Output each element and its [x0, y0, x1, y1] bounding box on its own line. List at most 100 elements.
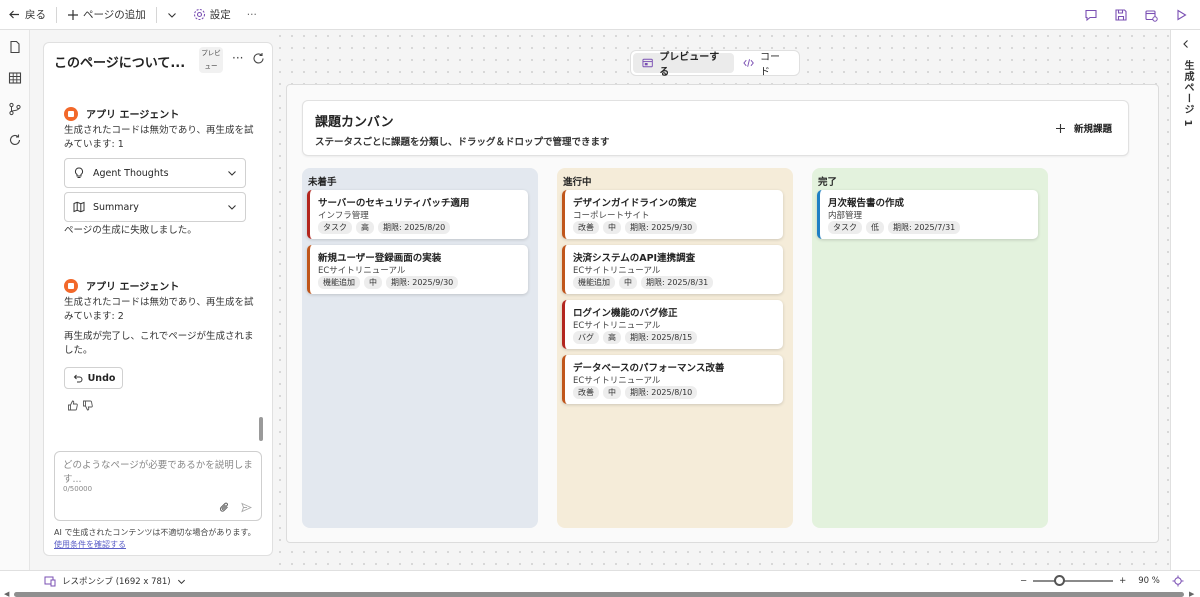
horizontal-scrollbar[interactable]: [14, 592, 1184, 597]
undo-icon: [73, 374, 83, 382]
terms-link[interactable]: 使用条件を確認する: [54, 540, 126, 549]
scroll-left-arrow[interactable]: ◀: [4, 590, 9, 597]
preview-icon: [642, 58, 653, 68]
kanban-title: 課題カンバン: [315, 115, 394, 130]
issue-card[interactable]: ログイン機能のバグ修正 ECサイトリニューアル バグ高期限: 2025/8/15: [562, 300, 783, 349]
add-page-label: ページの追加: [83, 9, 146, 21]
thumbs-down-icon[interactable]: [82, 400, 93, 411]
branch-icon[interactable]: [8, 102, 22, 116]
summary-dropdown[interactable]: Summary: [64, 192, 246, 222]
zoom-track: [1033, 580, 1114, 582]
priority-tag: 中: [619, 276, 637, 289]
priority-tag: 高: [356, 221, 374, 234]
card-project: インフラ管理: [318, 211, 369, 221]
publish-icon[interactable]: [1144, 8, 1158, 22]
agent-header: アプリ エージェント: [64, 106, 179, 121]
agent-name: アプリ エージェント: [86, 282, 180, 293]
more-icon: ···: [246, 8, 257, 21]
kanban-header: 課題カンバン ステータスごとに課題を分類し、ドラッグ＆ドロップで管理できます 新…: [302, 100, 1129, 156]
agent-message: 生成されたコードは無効であり、再生成を試みています: 1: [64, 125, 254, 150]
agent-message: 生成されたコードは無効であり、再生成を試みています: 2: [64, 297, 254, 322]
due-date-tag: 期限: 2025/9/30: [625, 221, 698, 234]
zoom-in-button[interactable]: +: [1119, 576, 1126, 586]
type-tag: 機能追加: [318, 276, 360, 289]
zoom-control: − + 90 %: [1020, 575, 1184, 587]
thumbs-up-icon[interactable]: [67, 400, 78, 411]
settings-button[interactable]: 設定: [185, 0, 239, 30]
zoom-thumb[interactable]: [1054, 575, 1066, 586]
failure-message: ページの生成に失敗しました。: [64, 225, 197, 236]
issue-card[interactable]: デザインガイドラインの策定 コーポレートサイト 改善中期限: 2025/9/30: [562, 190, 783, 239]
issue-card[interactable]: 新規ユーザー登録画面の実装 ECサイトリニューアル 機能追加中期限: 2025/9/…: [307, 245, 528, 294]
add-page-dropdown[interactable]: [159, 0, 185, 30]
card-tags: タスク高期限: 2025/8/20: [318, 221, 451, 234]
chevron-left-icon[interactable]: [1181, 39, 1191, 49]
play-icon[interactable]: [1174, 8, 1188, 22]
chat-scrollbar[interactable]: [259, 417, 263, 441]
zoom-slider[interactable]: [1033, 575, 1114, 587]
toolbar-divider: [155, 6, 157, 23]
card-title: 決済システムのAPI連携調査: [573, 253, 696, 264]
sync-icon[interactable]: [8, 133, 22, 147]
toolbar-actions: [1084, 0, 1188, 30]
priority-tag: 中: [603, 221, 621, 234]
type-tag: バグ: [573, 331, 599, 344]
gear-icon: [193, 8, 205, 21]
issue-card[interactable]: 月次報告書の作成 内部管理 タスク低期限: 2025/7/31: [817, 190, 1038, 239]
card-tags: 機能追加中期限: 2025/8/31: [573, 276, 714, 289]
responsive-icon: [44, 576, 56, 587]
chat-more-button[interactable]: ···: [232, 51, 243, 65]
priority-tag: 中: [603, 386, 621, 399]
agent-name: アプリ エージェント: [86, 110, 180, 121]
chevron-down-icon: [167, 12, 176, 18]
table-icon[interactable]: [8, 71, 22, 85]
prompt-input[interactable]: どのようなページが必要であるかを説明します... 0/50000: [54, 451, 262, 521]
save-icon[interactable]: [1114, 8, 1128, 22]
comment-icon[interactable]: [1084, 8, 1098, 22]
new-issue-label: 新規課題: [1073, 124, 1112, 135]
type-tag: タスク: [318, 221, 352, 234]
back-button[interactable]: 戻る: [0, 0, 54, 30]
card-title: ログイン機能のバグ修正: [573, 308, 678, 319]
code-tab[interactable]: コード: [734, 52, 797, 78]
issue-card[interactable]: データベースのパフォーマンス改善 ECサイトリニューアル 改善中期限: 2025/8…: [562, 355, 783, 404]
type-tag: タスク: [828, 221, 862, 234]
map-icon: [73, 201, 85, 213]
due-date-tag: 期限: 2025/9/30: [386, 276, 459, 289]
right-panel: 生成ページ 1: [1170, 30, 1200, 570]
plus-icon: [1055, 123, 1065, 133]
preview-badge: プレビュー: [199, 47, 223, 73]
card-project: 内部管理: [828, 211, 863, 221]
page-icon[interactable]: [8, 40, 22, 54]
agent-thoughts-dropdown[interactable]: Agent Thoughts: [64, 158, 246, 188]
due-date-tag: 期限: 2025/8/10: [625, 386, 698, 399]
refresh-icon[interactable]: [252, 52, 265, 65]
fit-to-screen-icon[interactable]: [1172, 575, 1184, 587]
generated-page-label[interactable]: 生成ページ 1: [1180, 60, 1195, 127]
card-tags: タスク低期限: 2025/7/31: [828, 221, 961, 234]
zoom-out-button[interactable]: −: [1020, 576, 1027, 586]
agent-header: アプリ エージェント: [64, 278, 179, 293]
undo-button[interactable]: Undo: [64, 367, 123, 389]
add-page-button[interactable]: ページの追加: [59, 0, 154, 30]
view-toggle: プレビューする コード: [630, 50, 800, 78]
card-tags: バグ高期限: 2025/8/15: [573, 331, 698, 344]
paperclip-icon[interactable]: [219, 502, 230, 513]
new-issue-button[interactable]: 新規課題: [1055, 121, 1112, 135]
responsive-selector[interactable]: レスポンシブ (1692 x 781): [44, 575, 186, 587]
scroll-right-arrow[interactable]: ▶: [1189, 590, 1194, 597]
completion-message: 再生成が完了し、これでページが生成されました。: [64, 331, 254, 356]
issue-card[interactable]: サーバーのセキュリティパッチ適用 インフラ管理 タスク高期限: 2025/8/20: [307, 190, 528, 239]
card-project: ECサイトリニューアル: [573, 321, 661, 331]
column-title: 完了: [818, 177, 838, 188]
type-tag: 機能追加: [573, 276, 615, 289]
issue-card[interactable]: 決済システムのAPI連携調査 ECサイトリニューアル 機能追加中期限: 2025/8…: [562, 245, 783, 294]
ai-disclaimer: AI で生成されたコンテンツは不適切な場合があります。 使用条件を確認する: [54, 527, 266, 551]
app-agent-icon: [64, 106, 78, 121]
send-icon[interactable]: [241, 502, 252, 513]
kanban-column: 進行中 デザインガイドラインの策定 コーポレートサイト 改善中期限: 2025/9/3…: [557, 168, 793, 528]
more-options-button[interactable]: ···: [239, 0, 265, 30]
due-date-tag: 期限: 2025/8/15: [625, 331, 698, 344]
preview-tab[interactable]: プレビューする: [633, 52, 734, 78]
copilot-chat-panel: このページについて... プレビュー ··· アプリ エージェント 生成されたコ…: [43, 42, 273, 556]
